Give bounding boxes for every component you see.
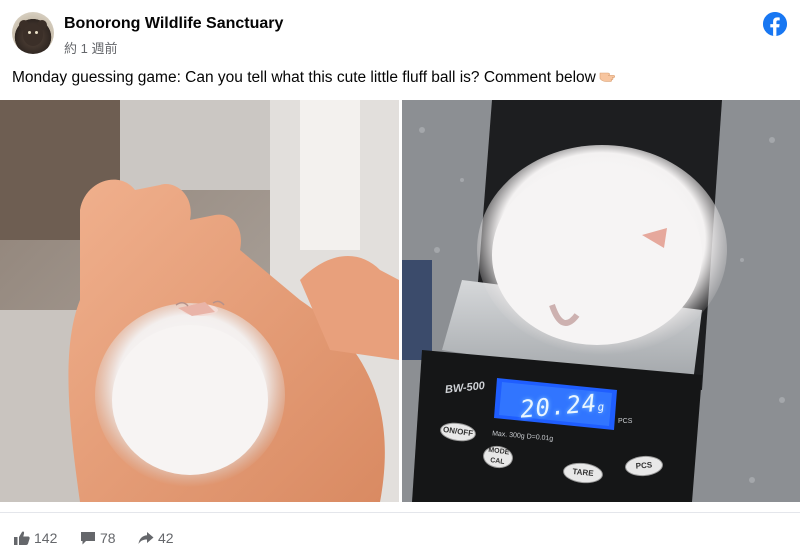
scale-reading-unit: g [596, 400, 606, 414]
photo-chick-on-scale[interactable] [402, 100, 800, 502]
page-name[interactable]: Bonorong Wildlife Sanctuary [64, 15, 283, 33]
comment-icon [81, 532, 95, 545]
comments-count: 78 [100, 530, 116, 546]
post-divider [0, 512, 800, 513]
pointing-hand-emoji [599, 69, 615, 83]
facebook-logo-icon [763, 12, 787, 36]
likes-count: 142 [34, 530, 58, 546]
page-avatar[interactable] [12, 12, 54, 54]
post-caption: Monday guessing game: Can you tell what … [12, 69, 615, 87]
photo-chick-in-hand[interactable] [0, 100, 399, 502]
post-caption-text: Monday guessing game: Can you tell what … [12, 69, 596, 86]
share-icon [138, 532, 154, 544]
shares-count: 42 [158, 530, 174, 546]
post-timestamp[interactable]: 約 1 週前 [64, 38, 117, 57]
scale-pcs-indicator: PCS [618, 418, 633, 425]
like-icon [14, 531, 30, 545]
post-header: Bonorong Wildlife Sanctuary 約 1 週前 [0, 0, 800, 64]
